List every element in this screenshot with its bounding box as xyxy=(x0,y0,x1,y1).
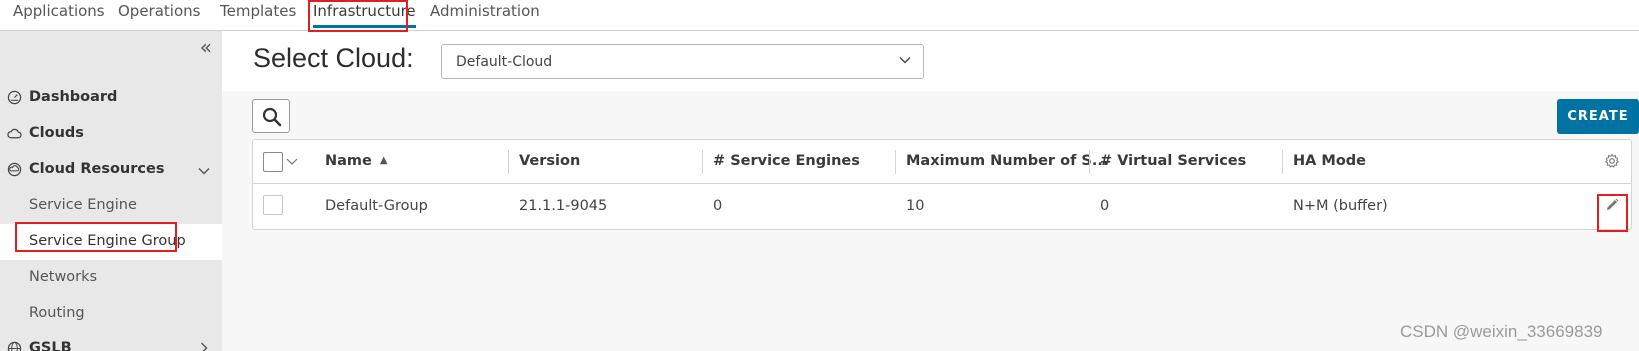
globe-icon xyxy=(7,341,22,351)
column-header-name[interactable]: Name ▲ xyxy=(325,153,388,169)
row-checkbox[interactable] xyxy=(263,195,283,215)
select-all-checkbox[interactable] xyxy=(263,152,283,172)
sidebar: « Dashboard Clouds Cloud Resources Servi… xyxy=(0,31,222,351)
sidebar-subitem-routing[interactable]: Routing xyxy=(0,296,222,332)
sidebar-item-label: GSLB xyxy=(29,340,72,351)
sidebar-subitem-networks[interactable]: Networks xyxy=(0,260,222,296)
chevron-down-icon[interactable] xyxy=(198,165,210,177)
column-divider[interactable] xyxy=(1282,150,1283,174)
gear-icon[interactable] xyxy=(1604,153,1620,169)
column-header-ha-mode[interactable]: HA Mode xyxy=(1293,153,1366,169)
cloud-selector-row: Select Cloud: Default-Cloud xyxy=(222,31,1639,91)
chevron-down-icon xyxy=(899,57,911,64)
sidebar-item-cloud-resources[interactable]: Cloud Resources xyxy=(0,152,222,188)
pencil-edit-icon[interactable] xyxy=(1604,197,1620,213)
chevron-right-icon[interactable] xyxy=(198,342,210,351)
column-header-max-service-engines[interactable]: Maximum Number of S... xyxy=(906,153,1108,169)
column-divider[interactable] xyxy=(1089,150,1090,174)
dashboard-icon xyxy=(7,90,22,105)
sidebar-subitem-label: Routing xyxy=(29,305,85,321)
tab-operations[interactable]: Operations xyxy=(118,2,200,24)
chevron-down-icon[interactable] xyxy=(286,157,298,167)
sort-ascending-icon: ▲ xyxy=(379,155,388,166)
select-cloud-label: Select Cloud: xyxy=(253,43,414,73)
cell-ha-mode: N+M (buffer) xyxy=(1293,198,1388,214)
search-button[interactable] xyxy=(252,99,290,133)
table-row[interactable]: Default-Group 21.1.1-9045 0 10 0 N+M (bu… xyxy=(253,184,1631,229)
cell-service-engines: 0 xyxy=(713,198,723,214)
top-navigation: Applications Operations Templates Infras… xyxy=(0,0,1639,31)
column-header-label: Name xyxy=(325,153,372,169)
column-header-version[interactable]: Version xyxy=(519,153,580,169)
column-divider[interactable] xyxy=(702,150,703,174)
column-divider[interactable] xyxy=(508,150,509,174)
cell-name[interactable]: Default-Group xyxy=(325,198,428,214)
search-icon xyxy=(262,107,282,127)
cell-version: 21.1.1-9045 xyxy=(519,198,608,214)
cloud-select-dropdown[interactable]: Default-Cloud xyxy=(441,44,924,79)
table-header: Name ▲ Version # Service Engines Maximum … xyxy=(253,140,1631,184)
service-engine-group-table: Name ▲ Version # Service Engines Maximum … xyxy=(252,139,1632,230)
cloud-resources-icon xyxy=(7,162,22,177)
tab-administration[interactable]: Administration xyxy=(430,2,540,24)
cloud-select-value: Default-Cloud xyxy=(456,54,553,70)
cell-max-service-engines: 10 xyxy=(906,198,925,214)
sidebar-item-label: Cloud Resources xyxy=(29,161,165,177)
cloud-icon xyxy=(7,128,22,139)
sidebar-item-label: Dashboard xyxy=(29,89,118,105)
tab-infrastructure[interactable]: Infrastructure xyxy=(313,2,416,28)
main-content: Select Cloud: Default-Cloud CREATE Name ▲ xyxy=(222,31,1639,351)
watermark-text: CSDN @weixin_33669839 xyxy=(1400,322,1603,341)
sidebar-subitem-label: Networks xyxy=(29,269,98,285)
collapse-sidebar-icon[interactable]: « xyxy=(200,37,212,57)
sidebar-subitem-service-engine[interactable]: Service Engine xyxy=(0,188,222,224)
column-header-virtual-services[interactable]: # Virtual Services xyxy=(1100,153,1246,169)
create-button[interactable]: CREATE xyxy=(1557,99,1639,134)
sidebar-subitem-label: Service Engine Group xyxy=(29,233,186,249)
column-header-service-engines[interactable]: # Service Engines xyxy=(713,153,860,169)
tab-templates[interactable]: Templates xyxy=(220,2,296,24)
grid-area: CREATE Name ▲ Version # Service Engines M… xyxy=(222,91,1639,351)
sidebar-subitem-service-engine-group[interactable]: Service Engine Group xyxy=(0,224,222,260)
tab-applications[interactable]: Applications xyxy=(13,2,105,24)
sidebar-subitem-label: Service Engine xyxy=(29,197,137,213)
sidebar-item-label: Clouds xyxy=(29,125,84,141)
sidebar-item-clouds[interactable]: Clouds xyxy=(0,116,222,152)
sidebar-item-gslb[interactable]: GSLB xyxy=(0,331,222,351)
cell-virtual-services: 0 xyxy=(1100,198,1110,214)
sidebar-item-dashboard[interactable]: Dashboard xyxy=(0,80,222,116)
column-divider[interactable] xyxy=(895,150,896,174)
